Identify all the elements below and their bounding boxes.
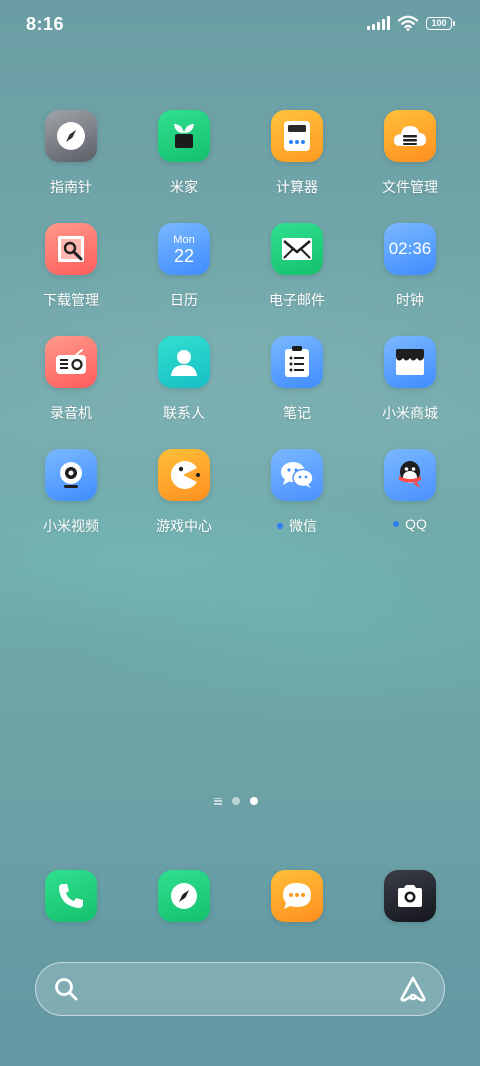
messages-icon — [271, 870, 323, 922]
calendar-date: 22 — [173, 246, 195, 266]
app-label-text: 微信 — [289, 518, 317, 534]
app-label: 录音机 — [50, 405, 92, 421]
app-game-center[interactable]: 游戏中心 — [134, 449, 234, 536]
calendar-icon: Mon 22 — [158, 223, 210, 275]
app-label: 小米视频 — [43, 518, 99, 534]
mi-store-icon — [384, 336, 436, 388]
dock-browser[interactable] — [134, 870, 234, 922]
mijia-icon — [158, 110, 210, 162]
app-wechat[interactable]: 微信 — [247, 449, 347, 536]
app-label: 计算器 — [276, 179, 318, 195]
app-label: 时钟 — [396, 292, 424, 308]
app-clock[interactable]: 02:36 时钟 — [360, 223, 460, 310]
mi-video-icon — [45, 449, 97, 501]
search-bar[interactable] — [35, 962, 445, 1016]
app-label-text: QQ — [405, 516, 427, 532]
app-qq[interactable]: QQ — [360, 449, 460, 532]
app-mi-store[interactable]: 小米商城 — [360, 336, 460, 423]
page-dot-1[interactable] — [232, 797, 240, 805]
app-label: 日历 — [170, 292, 198, 308]
phone-icon — [45, 870, 97, 922]
clock-time: 02:36 — [388, 239, 432, 258]
ai-assistant-icon[interactable] — [398, 975, 428, 1003]
recorder-icon — [45, 336, 97, 388]
search-icon[interactable] — [53, 976, 79, 1002]
wifi-icon — [398, 15, 418, 31]
wechat-icon — [271, 449, 323, 501]
app-label: QQ — [360, 516, 460, 532]
status-bar: 8:16 100 — [0, 0, 480, 50]
file-manager-icon — [384, 110, 436, 162]
status-time: 8:16 — [26, 14, 65, 34]
notes-icon — [271, 336, 323, 388]
app-label: 游戏中心 — [156, 518, 212, 534]
qq-icon — [384, 449, 436, 501]
new-install-dot — [277, 523, 283, 530]
signal-icon — [367, 16, 390, 30]
app-download-manager[interactable]: 下载管理 — [21, 223, 121, 310]
battery-level: 100 — [431, 18, 447, 28]
app-label: 米家 — [170, 179, 198, 195]
dock-phone[interactable] — [21, 870, 121, 922]
app-email[interactable]: 电子邮件 — [247, 223, 347, 310]
dock-messages[interactable] — [247, 870, 347, 922]
calculator-icon — [271, 110, 323, 162]
game-center-icon — [158, 449, 210, 501]
page-dot-2-active[interactable] — [250, 797, 258, 805]
app-compass[interactable]: 指南针 — [21, 110, 121, 197]
new-install-dot — [393, 521, 400, 528]
app-label: 笔记 — [283, 405, 311, 421]
app-recorder[interactable]: 录音机 — [21, 336, 121, 423]
compass-icon — [45, 110, 97, 162]
battery-icon: 100 — [426, 16, 455, 30]
browser-icon — [158, 870, 210, 922]
status-icons: 100 — [367, 15, 455, 31]
clock-icon: 02:36 — [384, 223, 436, 275]
app-label: 指南针 — [50, 179, 92, 195]
app-label: 微信 — [247, 516, 347, 536]
app-drawer-indicator-icon[interactable] — [214, 797, 222, 805]
app-label: 文件管理 — [382, 179, 438, 195]
dock-camera[interactable] — [360, 870, 460, 922]
app-label: 下载管理 — [43, 292, 99, 308]
app-mi-video[interactable]: 小米视频 — [21, 449, 121, 536]
app-mijia[interactable]: 米家 — [134, 110, 234, 197]
app-label: 电子邮件 — [269, 292, 325, 308]
app-label: 小米商城 — [382, 405, 438, 421]
app-notes[interactable]: 笔记 — [247, 336, 347, 423]
email-icon — [271, 223, 323, 275]
app-contacts[interactable]: 联系人 — [134, 336, 234, 423]
app-calculator[interactable]: 计算器 — [247, 110, 347, 197]
calendar-day: Mon — [173, 234, 195, 246]
contacts-icon — [158, 336, 210, 388]
download-manager-icon — [45, 223, 97, 275]
app-file-manager[interactable]: 文件管理 — [360, 110, 460, 197]
app-label: 联系人 — [163, 405, 205, 421]
app-calendar[interactable]: Mon 22 日历 — [134, 223, 234, 310]
page-indicator[interactable] — [214, 797, 258, 805]
camera-icon — [384, 870, 436, 922]
